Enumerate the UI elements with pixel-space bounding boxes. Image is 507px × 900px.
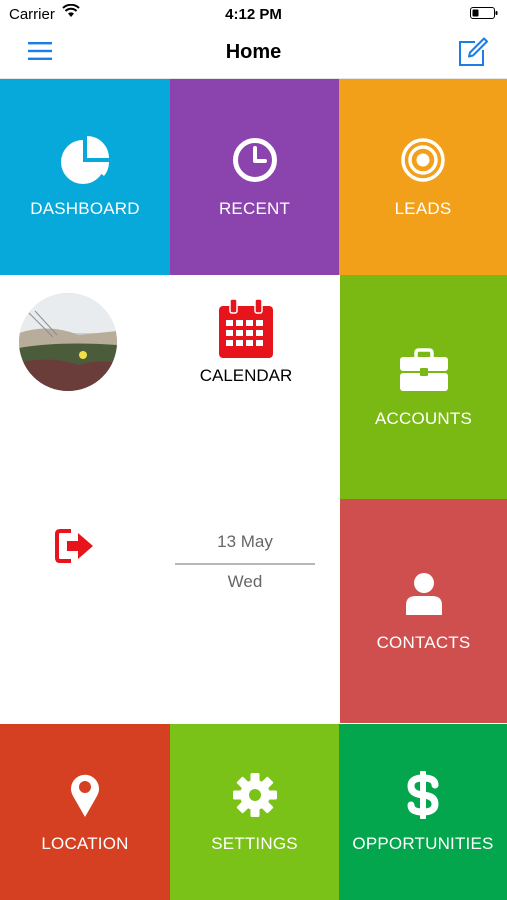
compose-icon[interactable] [458,37,488,67]
briefcase-icon [399,348,448,391]
date-day: 13 May [217,532,273,551]
battery-icon [470,7,498,19]
status-time: 4:12 PM [225,6,282,23]
pie-chart-icon [61,136,110,184]
avatar[interactable] [19,293,117,391]
clock-icon [232,138,277,182]
navigation-bar: Home [0,28,507,79]
accounts-tile[interactable]: ACCOUNTS [340,275,507,499]
recent-tile[interactable]: RECENT [170,79,339,275]
logout-icon[interactable] [55,528,95,564]
leads-label: LEADS [394,199,452,218]
opportunities-label: OPPORTUNITIES [352,834,494,853]
dashboard-label: DASHBOARD [30,199,140,218]
contacts-label: CONTACTS [376,633,471,652]
location-tile[interactable]: LOCATION [0,724,170,900]
date-divider [175,563,315,565]
calendar-icon [219,298,273,358]
dashboard-tile[interactable]: DASHBOARD [0,79,170,275]
gear-icon [232,773,277,817]
date-weekday: Wed [227,572,263,591]
accounts-label: ACCOUNTS [375,409,472,428]
page-title: Home [225,41,282,63]
opportunities-tile[interactable]: OPPORTUNITIES [339,724,507,900]
leads-tile[interactable]: LEADS [339,79,507,275]
contacts-tile[interactable]: CONTACTS [340,499,507,723]
location-label: LOCATION [41,834,129,853]
profile-photo [19,293,117,391]
calendar-label: CALENDAR [199,366,293,385]
settings-label: SETTINGS [211,834,298,853]
target-icon [401,138,445,182]
recent-label: RECENT [218,199,291,218]
map-pin-icon [71,774,99,817]
person-icon [405,573,442,615]
calendar-button[interactable]: CALENDAR [190,298,302,393]
status-bar: Carrier 4:12 PM [0,0,507,28]
dollar-icon [407,771,439,819]
settings-tile[interactable]: SETTINGS [170,724,339,900]
